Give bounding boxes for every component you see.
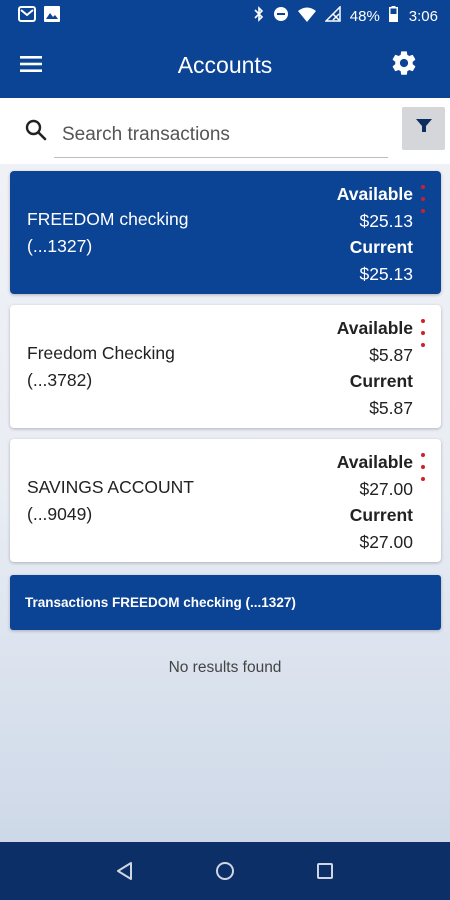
filter-button[interactable]	[402, 107, 445, 150]
balance-block: Available $27.00 Current $27.00	[337, 449, 413, 555]
mail-icon	[18, 6, 36, 26]
more-options-icon[interactable]	[419, 185, 427, 213]
recents-icon[interactable]	[310, 856, 340, 886]
filter-icon	[415, 118, 432, 139]
hamburger-icon[interactable]	[19, 52, 43, 76]
app-bar: Accounts	[0, 32, 450, 98]
status-bar: 48% 3:06	[0, 0, 450, 32]
page-title: Accounts	[177, 51, 273, 78]
system-nav-bar	[0, 842, 450, 900]
available-balance: $5.87	[369, 344, 413, 365]
current-balance: $25.13	[359, 263, 413, 284]
more-options-icon[interactable]	[419, 453, 427, 481]
account-number: (...9049)	[27, 504, 93, 524]
available-balance: $27.00	[359, 478, 413, 499]
account-number: (...1327)	[27, 236, 93, 256]
current-label: Current	[349, 505, 413, 525]
account-name: SAVINGS ACCOUNT	[27, 477, 194, 497]
back-icon[interactable]	[110, 856, 140, 886]
search-icon	[24, 118, 48, 142]
available-label: Available	[336, 184, 413, 204]
balance-block: Available $5.87 Current $5.87	[337, 315, 413, 421]
clock: 3:06	[408, 7, 438, 25]
search-bar	[0, 98, 450, 164]
current-balance: $5.87	[369, 397, 413, 418]
battery-percent: 48%	[349, 7, 380, 25]
bluetooth-icon	[254, 6, 264, 26]
wifi-icon	[297, 7, 316, 26]
available-label: Available	[336, 452, 413, 472]
transactions-header: Transactions FREEDOM checking (...1327)	[10, 575, 441, 630]
signal-off-icon	[323, 5, 341, 26]
home-icon[interactable]	[210, 856, 240, 886]
current-label: Current	[349, 237, 413, 257]
account-card-freedom-checking-1327[interactable]: FREEDOM checking (...1327) Available $25…	[10, 171, 441, 294]
account-card-freedom-checking-3782[interactable]: Freedom Checking (...3782) Available $5.…	[10, 305, 441, 428]
account-name: FREEDOM checking	[27, 209, 189, 229]
battery-icon	[388, 6, 398, 26]
account-number: (...3782)	[27, 370, 93, 390]
account-card-savings-9049[interactable]: SAVINGS ACCOUNT (...9049) Available $27.…	[10, 439, 441, 562]
more-options-icon[interactable]	[419, 319, 427, 347]
available-balance: $25.13	[359, 210, 413, 231]
gear-icon[interactable]	[390, 49, 418, 77]
empty-state-message: No results found	[168, 659, 282, 676]
available-label: Available	[336, 318, 413, 338]
search-input[interactable]	[54, 112, 388, 158]
current-balance: $27.00	[359, 531, 413, 552]
balance-block: Available $25.13 Current $25.13	[337, 181, 413, 287]
current-label: Current	[349, 371, 413, 391]
do-not-disturb-icon	[273, 6, 289, 26]
image-icon	[44, 6, 60, 26]
account-name: Freedom Checking	[27, 343, 175, 363]
